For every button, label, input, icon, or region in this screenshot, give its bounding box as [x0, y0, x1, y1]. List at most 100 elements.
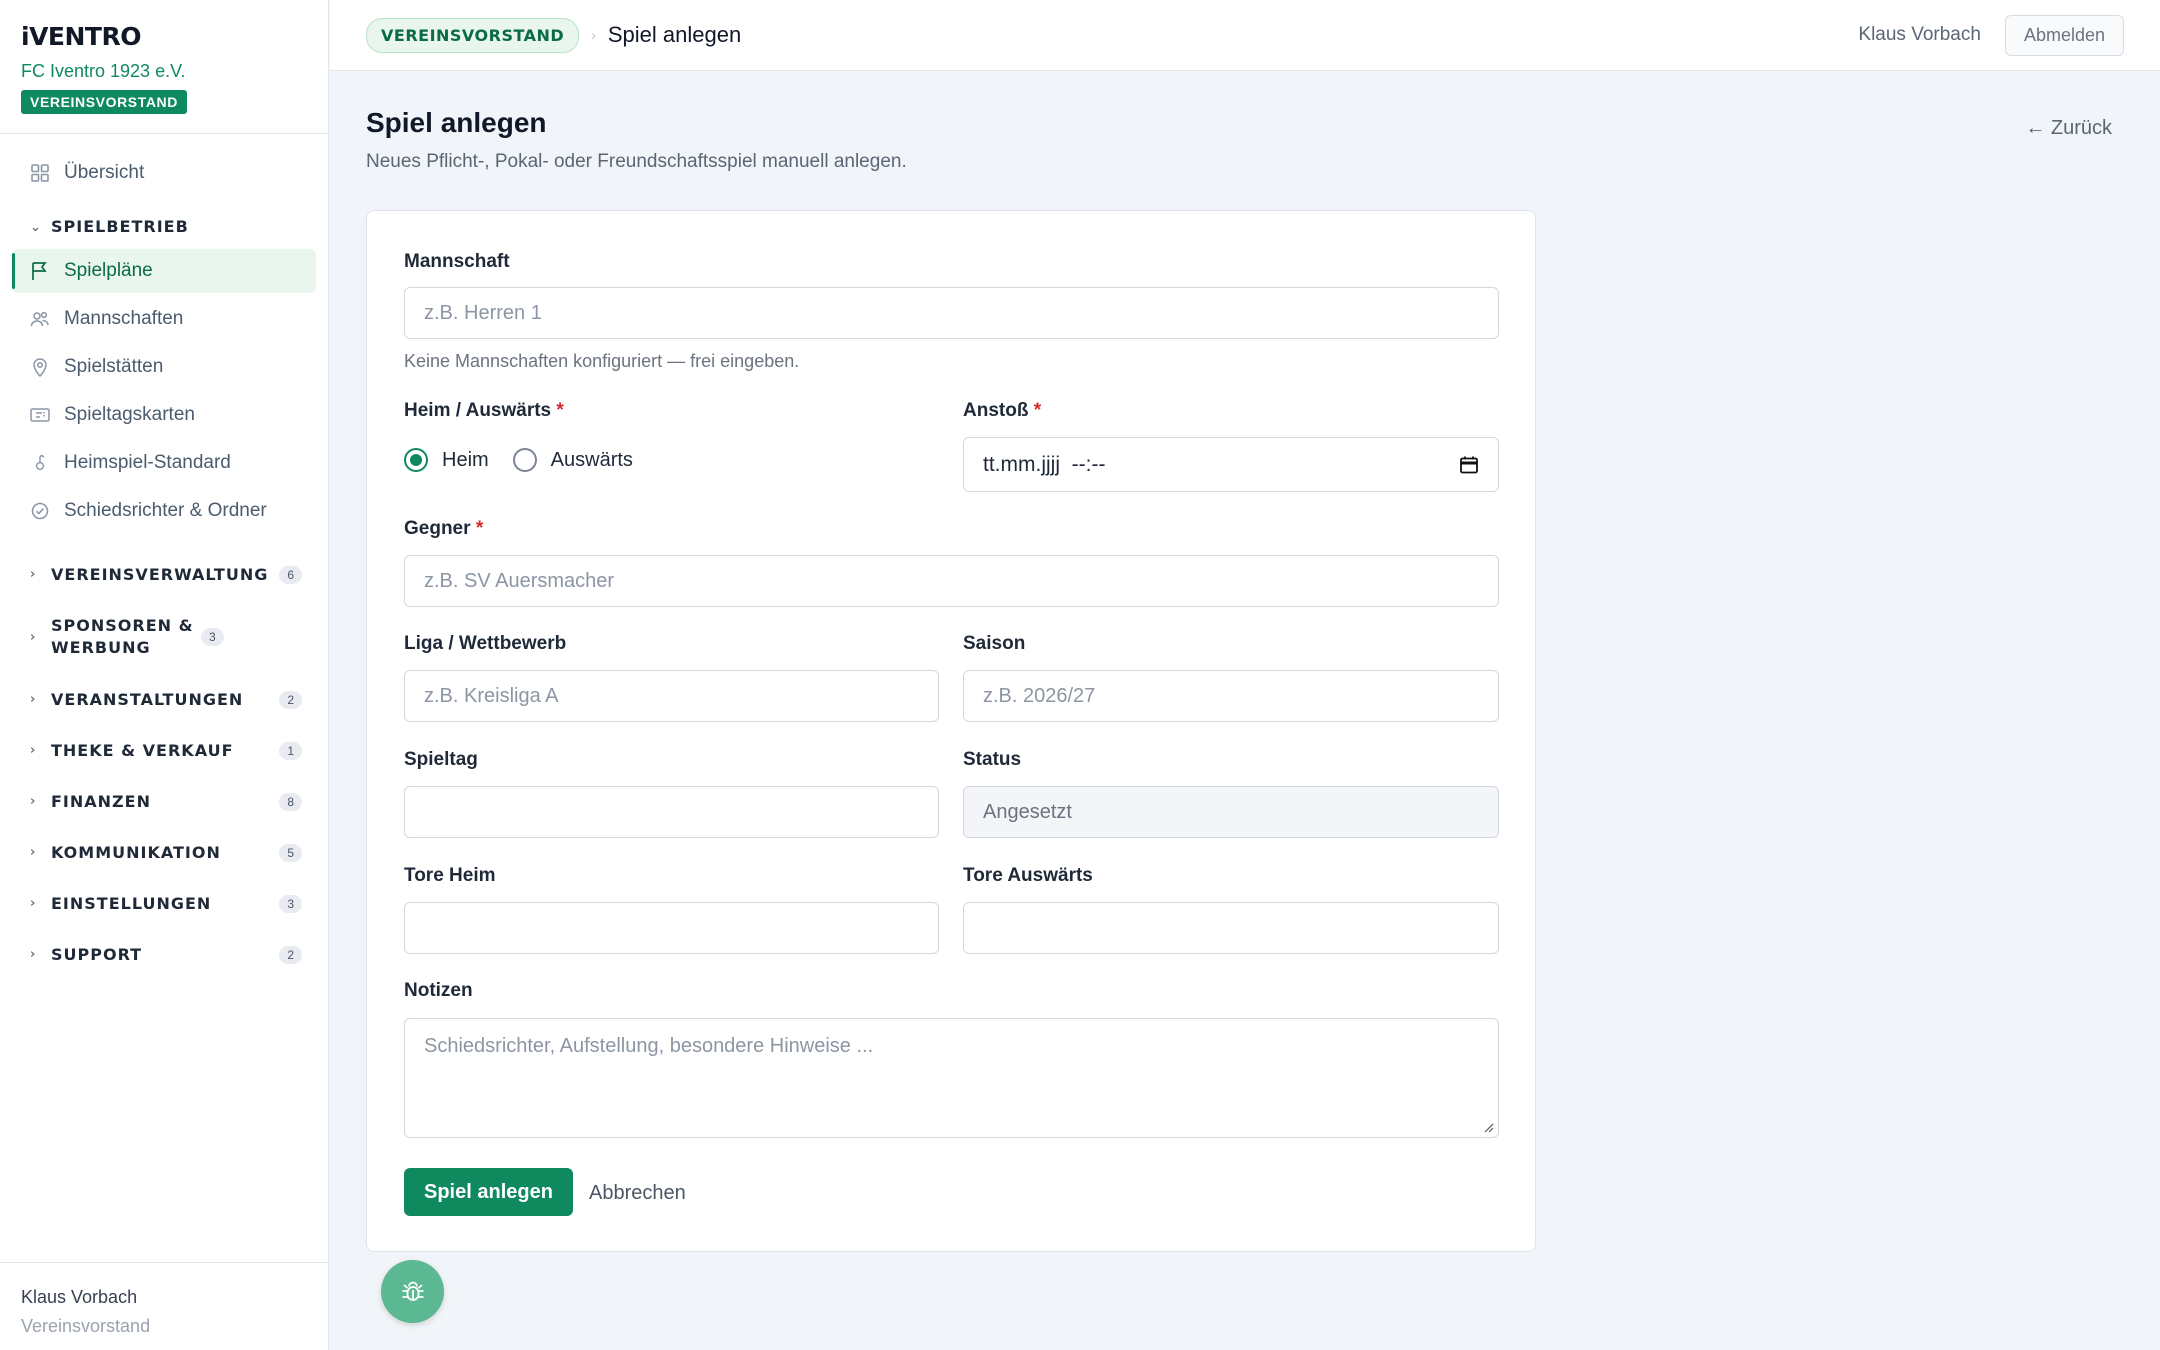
- role-badge: VEREINSVORSTAND: [21, 90, 187, 114]
- group-label: EINSTELLUNGEN: [51, 893, 212, 913]
- sidebar-item-label: Heimspiel-Standard: [64, 452, 231, 473]
- spieltag-label: Spieltag: [404, 749, 478, 770]
- sidebar-item-spielstaetten[interactable]: Spielstätten: [12, 345, 316, 389]
- flag-icon: [30, 261, 50, 281]
- topbar: VEREINSVORSTAND › Spiel anlegen Klaus Vo…: [330, 0, 2160, 71]
- topbar-user-name: Klaus Vorbach: [1858, 24, 1981, 45]
- group-count-badge: 2: [279, 945, 302, 964]
- group-count-badge: 3: [201, 628, 224, 646]
- sidebar-item-schiedsrichter[interactable]: Schiedsrichter & Ordner: [12, 489, 316, 533]
- sidebar-item-spieltagskarten[interactable]: Spieltagskarten: [12, 393, 316, 437]
- sidebar: iVENTRO FC Iventro 1923 e.V. VEREINSVORS…: [0, 0, 329, 1350]
- group-count-badge: 8: [279, 792, 302, 811]
- sidebar-group-vereinsverwaltung[interactable]: › VEREINSVERWALTUNG 6: [12, 549, 316, 600]
- liga-input[interactable]: [404, 670, 939, 722]
- grid-icon: [30, 163, 50, 183]
- group-label: VEREINSVERWALTUNG: [51, 564, 269, 584]
- cancel-link[interactable]: Abbrechen: [589, 1182, 686, 1205]
- mannschaft-label: Mannschaft: [404, 251, 510, 272]
- radio-heim[interactable]: [404, 448, 428, 472]
- check-circle-icon: [30, 501, 50, 521]
- page-subtitle: Neues Pflicht-, Pokal- oder Freundschaft…: [366, 151, 907, 172]
- sidebar-group-support[interactable]: › SUPPORT 2: [12, 929, 316, 980]
- sidebar-item-label: Spieltagskarten: [64, 404, 195, 425]
- resize-grip-icon[interactable]: [1482, 1121, 1494, 1133]
- notizen-textarea[interactable]: Schiedsrichter, Aufstellung, besondere H…: [404, 1018, 1499, 1138]
- game-form-card: Mannschaft Keine Mannschaften konfigurie…: [366, 210, 1536, 1252]
- club-name: FC Iventro 1923 e.V.: [21, 61, 186, 81]
- anstoss-label: Anstoß *: [963, 400, 1042, 421]
- sidebar-item-label: Übersicht: [64, 162, 145, 183]
- liga-label: Liga / Wettbewerb: [404, 633, 567, 654]
- group-label: FINANZEN: [51, 791, 151, 811]
- breadcrumb-title: Spiel anlegen: [607, 22, 742, 47]
- sidebar-item-label: Spielpläne: [64, 260, 153, 281]
- brand-block: iVENTRO FC Iventro 1923 e.V. VEREINSVORS…: [0, 0, 328, 134]
- tore-heim-label: Tore Heim: [404, 865, 496, 886]
- user-name: Klaus Vorbach: [21, 1287, 138, 1307]
- sidebar-group-einstellungen[interactable]: › EINSTELLUNGEN 3: [12, 878, 316, 929]
- sidebar-group-finanzen[interactable]: › FINANZEN 8: [12, 776, 316, 827]
- gegner-input[interactable]: [404, 555, 1499, 607]
- map-pin-icon: [30, 357, 50, 377]
- sidebar-item-label: Schiedsrichter & Ordner: [64, 500, 267, 521]
- chevron-right-icon: ›: [30, 896, 37, 911]
- ticket-icon: [30, 405, 50, 425]
- breadcrumb-role-badge: VEREINSVORSTAND: [366, 17, 580, 53]
- chevron-right-icon: ›: [30, 567, 37, 582]
- spieltag-input[interactable]: [404, 786, 939, 838]
- group-label: THEKE & VERKAUF: [51, 740, 234, 760]
- chevron-right-icon: ›: [30, 692, 37, 707]
- sidebar-item-mannschaften[interactable]: Mannschaften: [12, 297, 316, 341]
- sidebar-item-heimspiel-standard[interactable]: Heimspiel-Standard: [12, 441, 316, 485]
- group-label: KOMMUNIKATION: [51, 842, 221, 862]
- page-title: Spiel anlegen: [366, 107, 547, 138]
- sidebar-user-footer: Klaus Vorbach Vereinsvorstand: [0, 1262, 328, 1350]
- group-label: SPONSOREN & WERBUNG: [51, 616, 194, 657]
- tore-auswaerts-input[interactable]: [963, 902, 1499, 954]
- sidebar-group-kommunikation[interactable]: › KOMMUNIKATION 5: [12, 827, 316, 878]
- anstoss-datetime-input[interactable]: tt.mm.jjjj --:--: [963, 437, 1499, 492]
- sidebar-group-sponsoren[interactable]: › SPONSOREN & WERBUNG 3: [12, 600, 316, 674]
- sidebar-group-veranstaltungen[interactable]: › VERANSTALTUNGEN 2: [12, 674, 316, 725]
- chevron-right-icon: ›: [30, 794, 37, 809]
- user-role: Vereinsvorstand: [21, 1316, 151, 1336]
- chevron-right-icon: ›: [30, 947, 37, 962]
- sidebar-group-spielbetrieb[interactable]: ⌄ SPIELBETRIEB: [12, 205, 316, 249]
- radio-auswaerts[interactable]: [512, 448, 537, 472]
- back-link[interactable]: ← Zurück: [2025, 117, 2112, 140]
- sidebar-item-spielplaene[interactable]: Spielpläne: [12, 249, 316, 293]
- group-label: SUPPORT: [51, 944, 143, 964]
- gegner-label: Gegner *: [404, 518, 484, 539]
- mannschaft-help-text: Keine Mannschaften konfiguriert — frei e…: [404, 351, 800, 371]
- chevron-down-icon: ⌄: [30, 219, 42, 235]
- anstoss-value: tt.mm.jjjj --:--: [983, 452, 1106, 476]
- group-label: VERANSTALTUNGEN: [51, 689, 244, 709]
- chevron-right-icon: ›: [30, 629, 37, 645]
- calendar-icon[interactable]: [1459, 455, 1479, 475]
- status-label: Status: [963, 749, 1022, 770]
- group-count-badge: 1: [279, 741, 302, 760]
- notizen-placeholder: Schiedsrichter, Aufstellung, besondere H…: [424, 1035, 874, 1057]
- group-label: SPIELBETRIEB: [51, 217, 189, 236]
- team-icon: [30, 309, 50, 329]
- brand-logo[interactable]: iVENTRO: [21, 22, 307, 51]
- sidebar-group-theke[interactable]: › THEKE & VERKAUF 1: [12, 725, 316, 776]
- radio-auswaerts-label[interactable]: Auswärts: [551, 449, 633, 472]
- mannschaft-input[interactable]: [404, 287, 1499, 339]
- saison-input[interactable]: [963, 670, 1499, 722]
- submit-button[interactable]: Spiel anlegen: [404, 1168, 573, 1216]
- group-count-badge: 2: [279, 690, 302, 709]
- breadcrumb-separator: ›: [591, 27, 596, 43]
- sidebar-item-label: Spielstätten: [64, 356, 164, 377]
- group-count-badge: 3: [279, 894, 302, 913]
- tore-heim-input[interactable]: [404, 902, 939, 954]
- group-count-badge: 5: [279, 843, 302, 862]
- sidebar-item-label: Mannschaften: [64, 308, 184, 329]
- sidebar-item-uebersicht[interactable]: Übersicht: [12, 151, 316, 195]
- logout-button[interactable]: Abmelden: [2004, 14, 2124, 56]
- status-field: [963, 786, 1499, 838]
- bug-icon: [402, 1281, 423, 1301]
- radio-heim-label[interactable]: Heim: [442, 449, 489, 472]
- bug-report-button[interactable]: [381, 1260, 444, 1323]
